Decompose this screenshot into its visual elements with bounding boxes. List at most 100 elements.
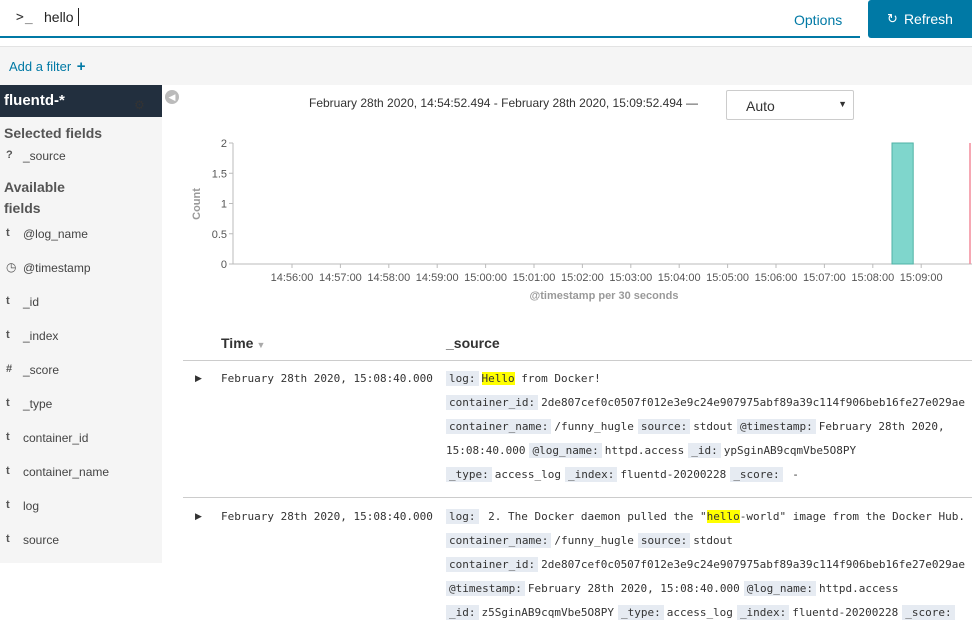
field-value: access_log	[494, 468, 561, 481]
field-key: log:	[446, 371, 479, 386]
field-key: source:	[637, 533, 691, 548]
search-input[interactable]: hello	[44, 9, 74, 25]
x-tick-label: 14:57:00	[319, 272, 362, 284]
field-value: stdout	[693, 534, 733, 547]
field-value: -world" image from the Docker Hub.	[739, 510, 965, 523]
field-sidebar: fluentd-* Selected fields ? _source Avai…	[0, 85, 162, 563]
expand-row-icon[interactable]: ▶	[195, 373, 202, 384]
field-key: @timestamp:	[446, 581, 525, 596]
x-tick-label: 15:01:00	[513, 272, 556, 284]
options-link[interactable]: Options	[794, 12, 842, 28]
source-line: _id: z5SginAB9cqmVbe5O8PY _type: access_log…	[446, 604, 972, 628]
field-value: access_log	[666, 606, 733, 619]
field-key: _score:	[730, 467, 783, 482]
field-key: @log_name:	[743, 581, 817, 596]
row-source: log: Hello from Docker! container_id: 2de80…	[446, 370, 972, 490]
gear-icon[interactable]: ⚙	[134, 98, 145, 112]
search-highlight: Hello	[481, 372, 515, 385]
x-tick-label: 15:05:00	[706, 272, 749, 284]
field-value: February 28th 2020, 15:08:40.000	[527, 582, 740, 595]
field-key: _id:	[688, 443, 721, 458]
chevron-down-icon: ▼	[838, 99, 847, 109]
y-tick-label: 0	[221, 259, 227, 271]
field-value: fluentd-20200228	[620, 468, 727, 481]
x-tick-label: 15:07:00	[803, 272, 846, 284]
field-row[interactable]: t container_id	[0, 421, 162, 455]
field-value: 15:08:40.000	[446, 444, 526, 457]
field-key: @log_name:	[529, 443, 602, 458]
field-key: _score:	[902, 605, 955, 620]
field-row[interactable]: t container_name	[0, 455, 162, 489]
string-type-icon: t	[6, 465, 10, 477]
selected-field-row[interactable]: ? _source	[0, 147, 162, 169]
x-axis-title: @timestamp per 30 seconds	[530, 290, 679, 302]
field-row[interactable]: t source	[0, 523, 162, 557]
search-input-wrapper[interactable]: >_ hello Options	[0, 0, 860, 38]
search-highlight: hello	[706, 510, 740, 523]
add-filter-link[interactable]: Add a filter +	[9, 58, 86, 75]
field-key: _index:	[564, 467, 618, 482]
x-tick-label: 15:03:00	[609, 272, 652, 284]
plus-icon: +	[76, 58, 86, 75]
source-line: container_name:/funny_hugle source: stdout	[446, 532, 972, 556]
sort-icon[interactable]: ▼	[256, 340, 265, 350]
field-row[interactable]: t log	[0, 489, 162, 523]
field-value: httpd.access	[604, 444, 685, 457]
refresh-button[interactable]: ↻ Refresh	[868, 0, 972, 38]
interval-select[interactable]: Auto ▼	[726, 90, 854, 120]
x-tick-label: 15:04:00	[658, 272, 701, 284]
field-row[interactable]: t _id	[0, 285, 162, 319]
field-key: _type:	[617, 605, 664, 620]
field-row[interactable]: t _type	[0, 387, 162, 421]
text-caret	[78, 8, 79, 26]
column-header-source: _source	[446, 335, 500, 351]
field-row[interactable]: t @log_name	[0, 217, 162, 251]
source-line: 15:08:40.000 @log_name: httpd.access _id: yp…	[446, 442, 972, 466]
column-header-time[interactable]: Time ▼	[221, 335, 265, 351]
selected-fields-heading: Selected fields	[4, 125, 103, 141]
source-line: container_id: 2de807cef0c0507f012e3e9c24e…	[446, 394, 972, 418]
source-line: log: Hello from Docker!	[446, 370, 972, 394]
source-line: container_name:/funny_hugle source: stdout…	[446, 418, 972, 442]
field-value: stdout	[693, 420, 733, 433]
field-key: container_id:	[446, 395, 539, 410]
field-name: log	[23, 499, 40, 513]
field-key: _type:	[446, 467, 492, 482]
field-value: httpd.access	[819, 582, 899, 595]
field-name: _type	[23, 397, 53, 411]
row-source: log: 2. The Docker daemon pulled the "he…	[446, 508, 972, 628]
field-key: container_name:	[446, 533, 552, 548]
field-value: z5SginAB9cqmVbe5O8PY	[481, 606, 614, 619]
field-row[interactable]: t _index	[0, 319, 162, 353]
field-name: @timestamp	[23, 261, 91, 275]
clock-icon: ◷	[6, 260, 17, 274]
field-key: _index:	[736, 605, 790, 620]
x-tick-label: 14:59:00	[416, 272, 459, 284]
y-axis-title: Count	[191, 188, 203, 220]
query-language-icon[interactable]: >_	[16, 10, 34, 25]
source-line: log: 2. The Docker daemon pulled the "he…	[446, 508, 972, 532]
field-name: _index	[23, 329, 59, 343]
field-key: _id:	[446, 605, 479, 620]
field-value: 2. The Docker daemon pulled the "	[481, 510, 707, 523]
field-row[interactable]: ◷ @timestamp	[0, 251, 162, 285]
field-name: container_name	[23, 465, 110, 479]
x-tick-label: 15:06:00	[755, 272, 798, 284]
row-divider	[183, 497, 972, 498]
string-type-icon: t	[6, 295, 10, 307]
x-tick-label: 15:02:00	[561, 272, 604, 284]
x-tick-label: 14:56:00	[271, 272, 314, 284]
field-value: ypSginAB9cqmVbe5O8PY	[723, 444, 857, 457]
string-type-icon: t	[6, 499, 10, 511]
field-row[interactable]: # _score	[0, 353, 162, 387]
expand-row-icon[interactable]: ▶	[195, 511, 202, 522]
source-line: _type: access_log _index: fluentd-20200228 _…	[446, 466, 972, 490]
filter-bar: Add a filter +	[0, 46, 972, 85]
y-tick-label: 0.5	[212, 229, 227, 241]
field-key: source:	[637, 419, 691, 434]
collapse-sidebar-icon[interactable]: ◀	[165, 90, 179, 104]
field-value: -	[785, 468, 799, 481]
field-name: source	[23, 533, 60, 547]
string-type-icon: t	[6, 397, 10, 409]
field-name: container_id	[23, 431, 89, 445]
